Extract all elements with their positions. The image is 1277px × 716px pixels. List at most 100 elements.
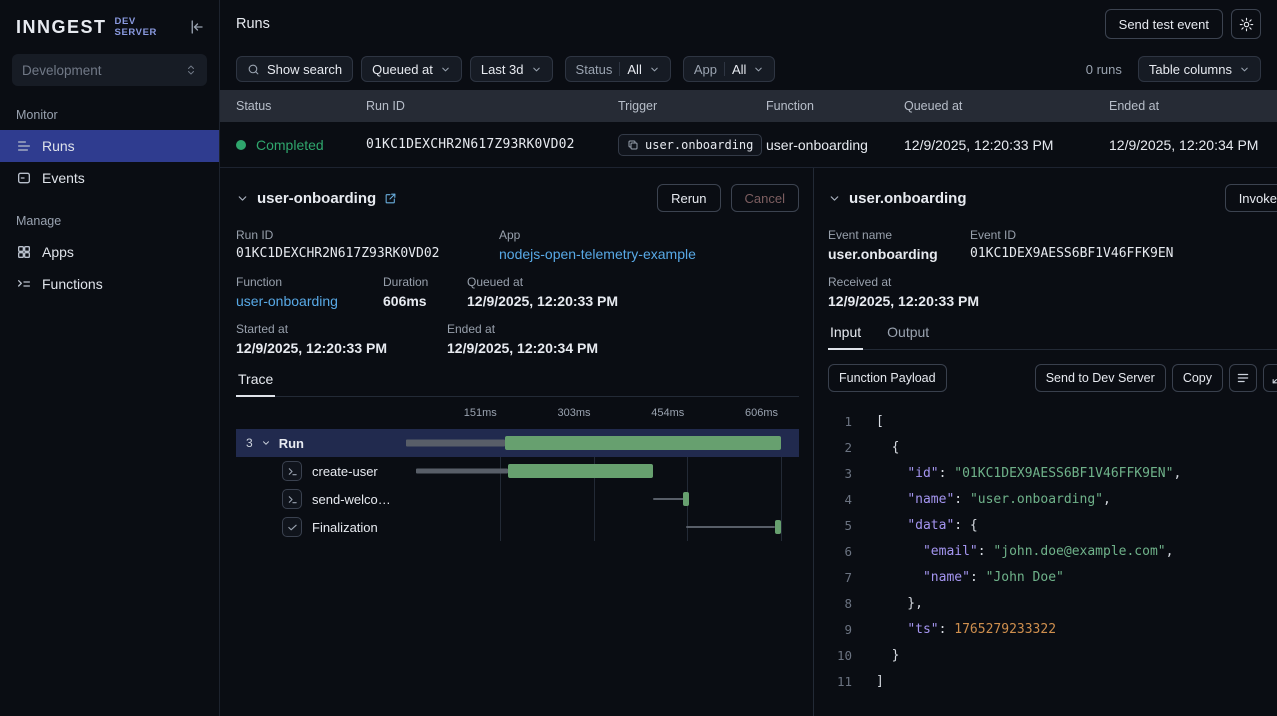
word-wrap-button[interactable] xyxy=(1229,364,1257,392)
app-filter-label: App xyxy=(694,62,717,77)
started-at-value: 12/9/2025, 12:20:33 PM xyxy=(236,340,447,356)
chevron-down-icon[interactable] xyxy=(261,438,271,448)
table-header: Status Run ID Trigger Function Queued at… xyxy=(220,90,1277,122)
field-label: Run ID xyxy=(236,228,499,242)
trace-row[interactable]: send-welco… xyxy=(236,485,799,513)
environment-label: Development xyxy=(22,63,102,78)
settings-button[interactable] xyxy=(1231,9,1261,39)
payload-toolbar: Function Payload Send to Dev Server Copy xyxy=(828,364,1277,392)
code-line-content: "ts": 1765279233322 xyxy=(876,622,1056,637)
show-search-label: Show search xyxy=(267,62,342,77)
send-to-dev-server-button[interactable]: Send to Dev Server xyxy=(1035,364,1166,392)
code-line-number: 6 xyxy=(828,544,852,559)
code-line-number: 7 xyxy=(828,570,852,585)
event-id-value: 01KC1DEX9AESS6BF1V46FFK9EN xyxy=(970,246,1174,261)
dev-server-badge: DEV SERVER xyxy=(115,16,179,38)
expand-icon xyxy=(1271,372,1277,385)
manage-section-label: Manage xyxy=(0,194,219,236)
trace-tick-label: 151ms xyxy=(464,407,500,419)
tab-output[interactable]: Output xyxy=(885,324,931,349)
field-label: App xyxy=(499,228,696,242)
sidebar-item-label: Events xyxy=(42,170,85,186)
trace-tick-label: 606ms xyxy=(745,407,781,419)
code-line: 7 "name": "John Doe" xyxy=(828,564,1277,590)
trigger-name: user.onboarding xyxy=(645,138,753,152)
code-line: 2 { xyxy=(828,434,1277,460)
topbar: Runs Send test event xyxy=(220,0,1277,48)
event-detail-panel: user.onboarding Invoke Event name user.o… xyxy=(813,168,1277,716)
sidebar: INNGEST DEV SERVER Development Monitor R… xyxy=(0,0,220,716)
rerun-button[interactable]: Rerun xyxy=(657,184,720,212)
trigger-badge[interactable]: user.onboarding xyxy=(618,134,762,156)
sidebar-item-functions[interactable]: Functions xyxy=(0,268,219,300)
expand-button[interactable] xyxy=(1263,364,1277,392)
code-line-number: 3 xyxy=(828,466,852,481)
status-dot xyxy=(236,140,246,150)
app-link[interactable]: nodejs-open-telemetry-example xyxy=(499,246,696,262)
chevron-down-icon[interactable] xyxy=(828,192,841,205)
table-row[interactable]: Completed 01KC1DEXCHR2N617Z93RK0VD02 use… xyxy=(220,122,1277,168)
trace-exec-bar xyxy=(505,436,781,450)
invoke-button[interactable]: Invoke xyxy=(1225,184,1277,212)
trace-waterfall: 151ms303ms454ms606ms 3Runcreate-usersend… xyxy=(236,407,799,716)
queued-at-dropdown[interactable]: Queued at xyxy=(361,56,462,82)
trace-row[interactable]: Finalization xyxy=(236,513,799,541)
filter-bar: Show search Queued at Last 3d Status All… xyxy=(220,48,1277,90)
sidebar-item-events[interactable]: Events xyxy=(0,162,219,194)
duration-value: 606ms xyxy=(383,293,467,309)
table-columns-label: Table columns xyxy=(1149,62,1232,77)
apps-grid-icon xyxy=(16,244,32,260)
trace-wait-bar xyxy=(406,440,505,447)
code-line-number: 4 xyxy=(828,492,852,507)
trace-row[interactable]: create-user xyxy=(236,457,799,485)
function-name: user-onboarding xyxy=(766,137,904,153)
trace-row[interactable]: 3Run xyxy=(236,429,799,457)
trace-tick-label: 454ms xyxy=(651,407,687,419)
status-filter-dropdown[interactable]: Status All xyxy=(565,56,671,82)
chevron-down-icon xyxy=(440,64,451,75)
divider xyxy=(724,62,725,76)
chevron-down-icon xyxy=(753,64,764,75)
sidebar-item-label: Functions xyxy=(42,276,103,292)
function-payload-button[interactable]: Function Payload xyxy=(828,364,947,392)
trace-row-label-cell: Finalization xyxy=(236,517,406,537)
terminal-step-icon xyxy=(282,461,302,481)
chevron-down-icon[interactable] xyxy=(236,192,249,205)
code-line: 9 "ts": 1765279233322 xyxy=(828,616,1277,642)
code-line-number: 10 xyxy=(828,648,852,663)
external-link-icon[interactable] xyxy=(384,192,397,205)
received-at-value: 12/9/2025, 12:20:33 PM xyxy=(828,293,979,309)
code-line-content: }, xyxy=(876,596,923,611)
trace-row-chart xyxy=(406,513,781,541)
show-search-button[interactable]: Show search xyxy=(236,56,353,82)
trace-collapse-count[interactable]: 3 xyxy=(246,436,253,450)
trace-row-name: create-user xyxy=(312,464,378,479)
chevron-down-icon xyxy=(1239,64,1250,75)
sidebar-item-runs[interactable]: Runs xyxy=(0,130,219,162)
queued-at-label: Queued at xyxy=(372,62,433,77)
tab-input[interactable]: Input xyxy=(828,324,863,349)
field-label: Function xyxy=(236,275,383,289)
environment-selector[interactable]: Development xyxy=(12,54,207,86)
sidebar-item-apps[interactable]: Apps xyxy=(0,236,219,268)
copy-button[interactable]: Copy xyxy=(1172,364,1223,392)
run-id: 01KC1DEXCHR2N617Z93RK0VD02 xyxy=(366,137,618,152)
gear-icon xyxy=(1239,17,1254,32)
trace-exec-bar xyxy=(775,520,781,534)
code-line-content: "id": "01KC1DEX9AESS6BF1V46FFK9EN", xyxy=(876,466,1181,481)
tab-trace[interactable]: Trace xyxy=(236,371,275,396)
table-columns-dropdown[interactable]: Table columns xyxy=(1138,56,1261,82)
trace-wait-bar xyxy=(686,526,775,528)
field-label: Event ID xyxy=(970,228,1174,242)
code-line-content: "name": "John Doe" xyxy=(876,570,1064,585)
code-line: 6 "email": "john.doe@example.com", xyxy=(828,538,1277,564)
code-line-content: ] xyxy=(876,674,884,689)
function-link[interactable]: user-onboarding xyxy=(236,293,383,309)
send-test-event-button[interactable]: Send test event xyxy=(1105,9,1223,39)
collapse-sidebar-icon[interactable] xyxy=(187,18,205,36)
code-lines: 1[2 {3 "id": "01KC1DEX9AESS6BF1V46FFK9EN… xyxy=(828,408,1277,716)
ended-at-value: 12/9/2025, 12:20:34 PM xyxy=(447,340,598,356)
cancel-button[interactable]: Cancel xyxy=(731,184,799,212)
app-filter-dropdown[interactable]: App All xyxy=(683,56,776,82)
time-range-dropdown[interactable]: Last 3d xyxy=(470,56,553,82)
